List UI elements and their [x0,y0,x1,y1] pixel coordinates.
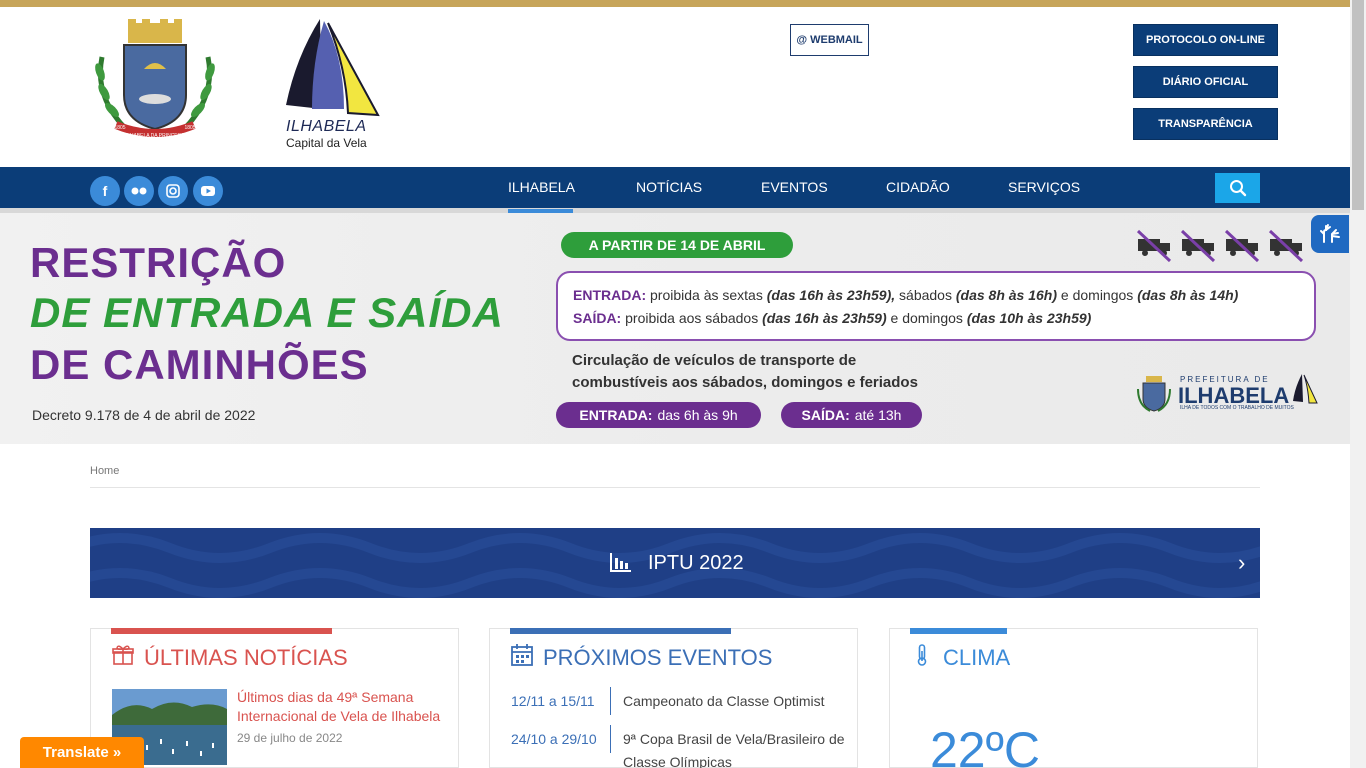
thermometer-icon [917,644,927,666]
banner-entrada-pill: ENTRADA: das 6h às 9h [556,402,761,428]
pill-entrada-value: das 6h às 9h [657,407,738,423]
no-truck-icon [1268,229,1304,263]
events-card: PRÓXIMOS EVENTOS 12/11 a 15/11 Campeonat… [489,628,858,768]
nav-servicos[interactable]: SERVIÇOS [1008,179,1080,195]
search-icon [1229,180,1246,197]
saida-text: e domingos [890,310,963,326]
crest-ribbon-text: ILHABELA DA PRINCESA [126,133,185,139]
saida-label: SAÍDA: [573,310,622,326]
calendar-icon [511,644,533,666]
google-translate-button[interactable]: Translate » [20,737,144,768]
entrada-hours: (das 8h às 14h) [1137,287,1239,303]
crest-year-left: 1805 [114,125,125,131]
breadcrumb[interactable]: Home [90,465,119,477]
banner-rules-box: ENTRADA: proibida às sextas (das 16h às … [556,271,1316,341]
prefeitura-crest-icon [1137,376,1171,412]
events-card-accent [510,628,731,634]
news-card: ÚLTIMAS NOTÍCIAS Últimos dias da 49ª Sem… [90,628,459,768]
facebook-icon[interactable]: f [90,176,120,206]
banner-saida-pill: SAÍDA: até 13h [781,402,922,428]
slider-label[interactable]: IPTU 2022 [648,552,744,575]
entrada-hours: (das 16h às 23h59), [766,287,896,303]
event-name[interactable]: Campeonato da Classe Optimist [623,690,825,713]
bar-chart-icon [610,553,631,572]
no-truck-icon [1136,229,1172,263]
saida-text: proibida aos sábados [625,310,759,326]
event-date: 12/11 a 15/11 [511,693,595,709]
gift-icon [112,645,134,665]
crest-year-right: 1805 [184,125,195,131]
weather-card-title[interactable]: CLIMA [943,645,1010,671]
no-truck-icon [1180,229,1216,263]
event-separator [610,687,611,715]
banner-circulation-note: Circulação de veículos de transporte de … [572,350,918,394]
events-card-title[interactable]: PRÓXIMOS EVENTOS [543,645,772,671]
saida-hours: (das 16h às 23h59) [762,310,887,326]
site-header: ILHABELA DA PRINCESA 1805 1805 ILHABELA … [0,7,1350,167]
no-truck-icon [1224,229,1260,263]
hands-icon [1320,224,1340,243]
hero-banner[interactable]: RESTRIÇÃO DE ENTRADA E SAÍDA DE CAMINHÕE… [0,213,1350,444]
circ-line-1: Circulação de veículos de transporte de [572,352,857,369]
slider-next-button[interactable]: › [1238,550,1245,576]
nav-eventos[interactable]: EVENTOS [761,179,828,195]
main-navbar: f ILHABELA NOTÍCIAS EVENTOS CIDADÃO SERV… [0,167,1350,213]
scrollbar-thumb[interactable] [1352,0,1364,210]
youtube-icon[interactable] [193,176,223,206]
mini-sail-logo [1293,374,1318,404]
accessibility-sign-language-button[interactable] [1311,215,1349,253]
banner-headline-3: DE CAMINHÕES [30,341,369,388]
instagram-icon[interactable] [158,176,188,206]
breadcrumb-divider [90,487,1260,488]
prefeitura-tagline: ILHA DE TODOS COM O TRABALHO DE MUITOS [1180,405,1294,411]
banner-entrada-row: ENTRADA: proibida às sextas (das 16h às … [573,287,1238,303]
city-crest-logo[interactable]: ILHABELA DA PRINCESA 1805 1805 [90,17,220,147]
news-item-title[interactable]: Últimos dias da 49ª Semana Internacional… [237,688,447,726]
highlight-slider[interactable]: IPTU 2022 › [90,528,1260,598]
news-card-title[interactable]: ÚLTIMAS NOTÍCIAS [144,645,348,671]
pill-entrada-label: ENTRADA: [579,407,653,423]
entrada-text: proibida às sextas [650,287,763,303]
search-button[interactable] [1215,173,1260,203]
banner-saida-row: SAÍDA: proibida aos sábados (das 16h às … [573,310,1091,326]
brand-name: ILHABELA [286,118,367,135]
event-separator [610,725,611,753]
diario-oficial-button[interactable]: DIÁRIO OFICIAL [1133,66,1278,98]
sail-logo[interactable] [282,17,382,122]
pill-saida-label: SAÍDA: [801,407,850,423]
entrada-label: ENTRADA: [573,287,647,303]
news-card-accent [111,628,332,634]
event-date: 24/10 a 29/10 [511,731,597,747]
banner-headline-2: DE ENTRADA E SAÍDA [30,289,504,336]
event-name[interactable]: 9ª Copa Brasil de Vela/Brasileiro de Cla… [623,728,848,768]
entrada-text: sábados [899,287,952,303]
news-item-date: 29 de julho de 2022 [237,731,343,745]
protocolo-online-button[interactable]: PROTOCOLO ON-LINE [1133,24,1278,56]
banner-date-pill: A PARTIR DE 14 DE ABRIL [561,232,793,258]
weather-card-accent [910,628,1007,634]
brand-subtitle: Capital da Vela [286,136,367,150]
entrada-hours: (das 8h às 16h) [955,287,1058,303]
transparencia-button[interactable]: TRANSPARÊNCIA [1133,108,1278,140]
webmail-button[interactable]: @ WEBMAIL [790,24,869,56]
nav-noticias[interactable]: NOTÍCIAS [636,179,702,195]
pill-saida-value: até 13h [854,407,902,423]
entrada-text: e domingos [1060,287,1134,303]
nav-ilhabela[interactable]: ILHABELA [508,179,575,195]
banner-decree: Decreto 9.178 de 4 de abril de 2022 [32,407,256,423]
flickr-icon[interactable] [124,176,154,206]
weather-temperature: 22ºC [930,722,1040,768]
nav-cidadao[interactable]: CIDADÃO [886,179,950,195]
saida-hours: (das 10h às 23h59) [966,310,1092,326]
circ-line-2: combustíveis aos sábados, domingos e fer… [572,374,918,391]
banner-headline-1: RESTRIÇÃO [30,239,287,286]
weather-card: CLIMA 22ºC [889,628,1258,768]
top-accent-stripe [0,0,1350,7]
